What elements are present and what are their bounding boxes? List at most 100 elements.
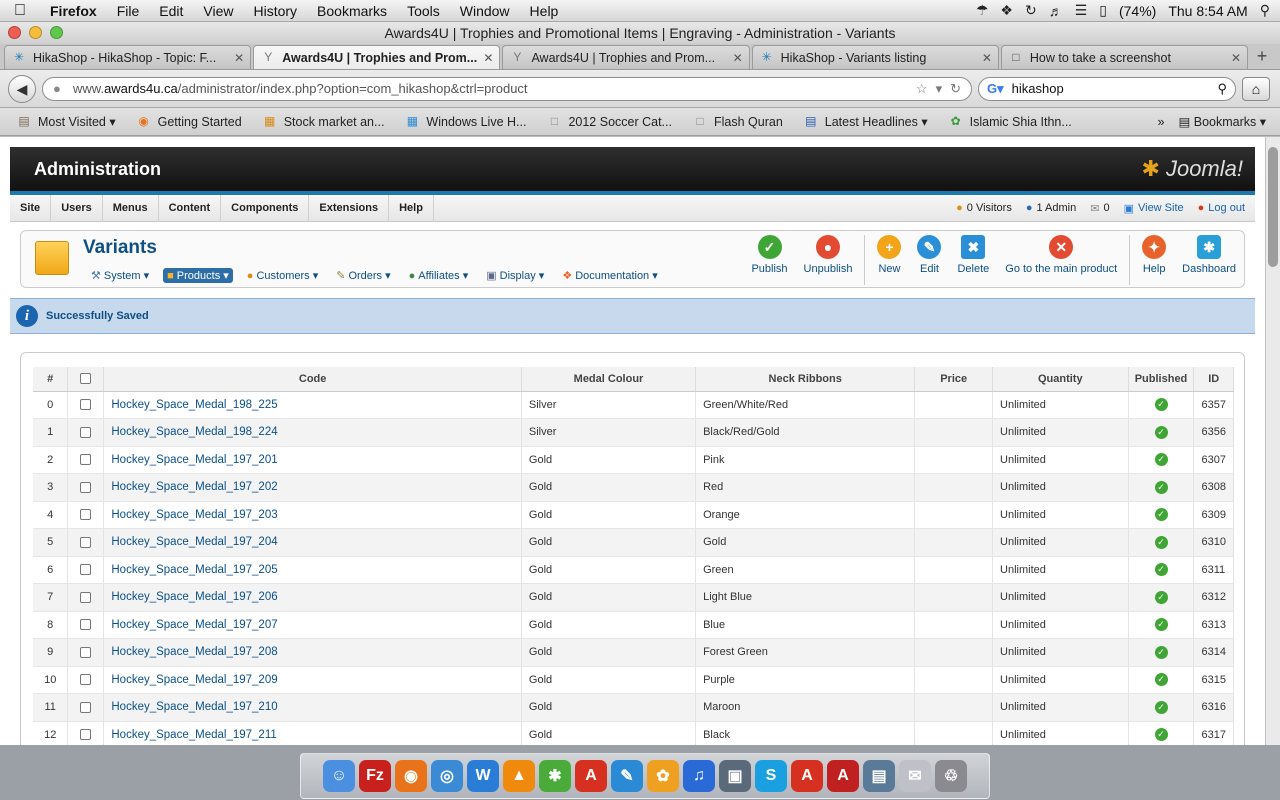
menu-history[interactable]: History xyxy=(243,3,307,19)
trash-icon[interactable]: ♲ xyxy=(935,760,967,792)
published-check-icon[interactable]: ✓ xyxy=(1154,645,1168,659)
table-row[interactable]: 4 Hockey_Space_Medal_197_203 Gold Orange Unl… xyxy=(33,501,1234,529)
published-check-icon[interactable]: ✓ xyxy=(1154,728,1168,742)
zoom-window-icon[interactable] xyxy=(50,26,63,39)
variant-code-link[interactable]: Hockey_Space_Medal_197_203 xyxy=(111,509,277,521)
variant-code-link[interactable]: Hockey_Space_Medal_197_205 xyxy=(111,564,277,576)
firefox-icon[interactable]: ◉ xyxy=(395,760,427,792)
variant-code-link[interactable]: Hockey_Space_Medal_198_225 xyxy=(111,399,277,411)
menu-view[interactable]: View xyxy=(193,3,243,19)
bookmark-flash-quran[interactable]: □ Flash Quran xyxy=(692,114,782,130)
row-checkbox[interactable] xyxy=(80,399,92,411)
menu-file[interactable]: File xyxy=(107,3,150,19)
bookmark-islamic-shia[interactable]: ✿ Islamic Shia Ithn... xyxy=(948,114,1072,130)
mail-icon[interactable]: ✉ xyxy=(899,760,931,792)
admin-menu-components[interactable]: Components xyxy=(221,194,310,222)
search-bar[interactable]: G▾ hikashop ⚲ xyxy=(978,76,1236,101)
menu-edit[interactable]: Edit xyxy=(149,3,193,19)
variant-code-link[interactable]: Hockey_Space_Medal_197_210 xyxy=(111,701,277,713)
safari-icon[interactable]: ◎ xyxy=(431,760,463,792)
table-row[interactable]: 0 Hockey_Space_Medal_198_225 Silver Green/W… xyxy=(33,391,1234,419)
published-check-icon[interactable]: ✓ xyxy=(1154,425,1168,439)
table-row[interactable]: 3 Hockey_Space_Medal_197_202 Gold Red Unlimi… xyxy=(33,473,1234,502)
published-check-icon[interactable]: ✓ xyxy=(1154,618,1168,632)
col-neck-ribbons[interactable]: Neck Ribbons xyxy=(695,367,916,392)
new-tab-button[interactable]: + xyxy=(1250,45,1274,69)
reload-icon[interactable]: ↻ xyxy=(950,81,961,97)
messages-status[interactable]: ✉ 0 xyxy=(1090,202,1109,215)
logout-link[interactable]: ● Log out xyxy=(1198,202,1245,215)
row-checkbox[interactable] xyxy=(80,674,92,686)
search-input[interactable]: hikashop xyxy=(1012,81,1218,96)
table-row[interactable]: 8 Hockey_Space_Medal_197_207 Gold Blue Unlim… xyxy=(33,611,1234,639)
menu-window[interactable]: Window xyxy=(450,3,520,19)
network-icon[interactable]: ✱ xyxy=(539,760,571,792)
menu-bookmarks[interactable]: Bookmarks xyxy=(307,3,397,19)
bookmark-getting-started[interactable]: ◉ Getting Started xyxy=(136,114,241,130)
submenu-orders[interactable]: ✎ Orders ▾ xyxy=(332,268,394,283)
published-check-icon[interactable]: ✓ xyxy=(1154,563,1168,577)
home-button[interactable]: ⌂ xyxy=(1242,76,1270,101)
submenu-products[interactable]: ■ Products ▾ xyxy=(163,268,233,283)
page-scrollbar[interactable] xyxy=(1265,137,1280,745)
row-checkbox[interactable] xyxy=(80,619,92,631)
skype-icon[interactable]: S xyxy=(755,760,787,792)
submenu-affiliates[interactable]: ● Affiliates ▾ xyxy=(405,268,473,283)
variant-code-link[interactable]: Hockey_Space_Medal_197_204 xyxy=(111,536,277,548)
published-check-icon[interactable]: ✓ xyxy=(1154,508,1168,522)
browser-tab[interactable]: ✳ HikaShop - Variants listing ✕ xyxy=(751,45,999,69)
variant-code-link[interactable]: Hockey_Space_Medal_197_208 xyxy=(111,646,277,658)
dropbox-icon[interactable]: ❖ xyxy=(1000,2,1013,19)
apple-icon[interactable]:  xyxy=(0,2,40,20)
photo-icon[interactable]: ▣ xyxy=(719,760,751,792)
help-button[interactable]: ✦ Help xyxy=(1134,235,1174,285)
dashboard-button[interactable]: ✱ Dashboard xyxy=(1174,235,1244,285)
published-check-icon[interactable]: ✓ xyxy=(1154,453,1168,467)
admin-menu-site[interactable]: Site xyxy=(10,194,52,222)
bookmark-soccer[interactable]: □ 2012 Soccer Cat... xyxy=(546,114,672,130)
tab-close-icon[interactable]: ✕ xyxy=(1231,51,1241,65)
browser-tab-active[interactable]: Y Awards4U | Trophies and Prom... ✕ xyxy=(253,45,501,69)
browser-tab[interactable]: □ How to take a screenshot ✕ xyxy=(1000,45,1249,69)
acrobat-icon[interactable]: A xyxy=(791,760,823,792)
row-checkbox[interactable] xyxy=(80,454,92,466)
published-check-icon[interactable]: ✓ xyxy=(1154,398,1168,412)
table-row[interactable]: 9 Hockey_Space_Medal_197_208 Gold Forest Gr… xyxy=(33,638,1234,667)
col-published[interactable]: Published xyxy=(1128,367,1195,392)
row-checkbox[interactable] xyxy=(80,646,92,658)
browser-tab[interactable]: ✳ HikaShop - HikaShop - Topic: F... ✕ xyxy=(4,45,252,69)
col-medal-colour[interactable]: Medal Colour xyxy=(521,367,697,392)
row-checkbox[interactable] xyxy=(80,591,92,603)
wifi-icon[interactable]: ☰ xyxy=(1075,2,1088,19)
more-bookmarks-icon[interactable]: » xyxy=(1157,115,1164,129)
google-icon[interactable]: G▾ xyxy=(987,81,1004,97)
table-row[interactable]: 7 Hockey_Space_Medal_197_206 Gold Light Blu… xyxy=(33,583,1234,612)
filezilla-icon[interactable]: Fz xyxy=(359,760,391,792)
table-row[interactable]: 1 Hockey_Space_Medal_198_224 Silver Black/R… xyxy=(33,418,1234,447)
admin-menu-help[interactable]: Help xyxy=(389,194,434,222)
table-row[interactable]: 2 Hockey_Space_Medal_197_201 Gold Pink Unlim… xyxy=(33,446,1234,474)
variant-code-link[interactable]: Hockey_Space_Medal_197_209 xyxy=(111,674,277,686)
bookmark-windows-live[interactable]: ▦ Windows Live H... xyxy=(404,114,527,130)
published-check-icon[interactable]: ✓ xyxy=(1154,700,1168,714)
bookmark-stock-market[interactable]: ▦ Stock market an... xyxy=(262,114,384,130)
variant-code-link[interactable]: Hockey_Space_Medal_197_211 xyxy=(111,729,276,741)
delete-button[interactable]: ✖ Delete xyxy=(949,235,997,285)
col-price[interactable]: Price xyxy=(914,367,994,392)
sync-icon[interactable]: ↻ xyxy=(1025,2,1037,19)
admin-menu-menus[interactable]: Menus xyxy=(103,194,159,222)
table-row[interactable]: 6 Hockey_Space_Medal_197_205 Gold Green Unli… xyxy=(33,556,1234,584)
submenu-system[interactable]: ⚒ System ▾ xyxy=(87,268,153,283)
minimize-window-icon[interactable] xyxy=(29,26,42,39)
submenu-display[interactable]: ▣ Display ▾ xyxy=(482,268,548,283)
row-checkbox[interactable] xyxy=(80,701,92,713)
submenu-documentation[interactable]: ❖ Documentation ▾ xyxy=(558,268,661,283)
col-code[interactable]: Code xyxy=(103,367,522,392)
col-id[interactable]: ID xyxy=(1193,367,1234,392)
row-checkbox[interactable] xyxy=(80,564,92,576)
tab-close-icon[interactable]: ✕ xyxy=(483,51,493,65)
published-check-icon[interactable]: ✓ xyxy=(1154,480,1168,494)
spotlight-icon[interactable]: ⚲ xyxy=(1260,2,1270,19)
go-to-main-product-button[interactable]: ✕ Go to the main product xyxy=(997,235,1125,285)
dropdown-icon[interactable]: ▾ xyxy=(936,81,943,97)
